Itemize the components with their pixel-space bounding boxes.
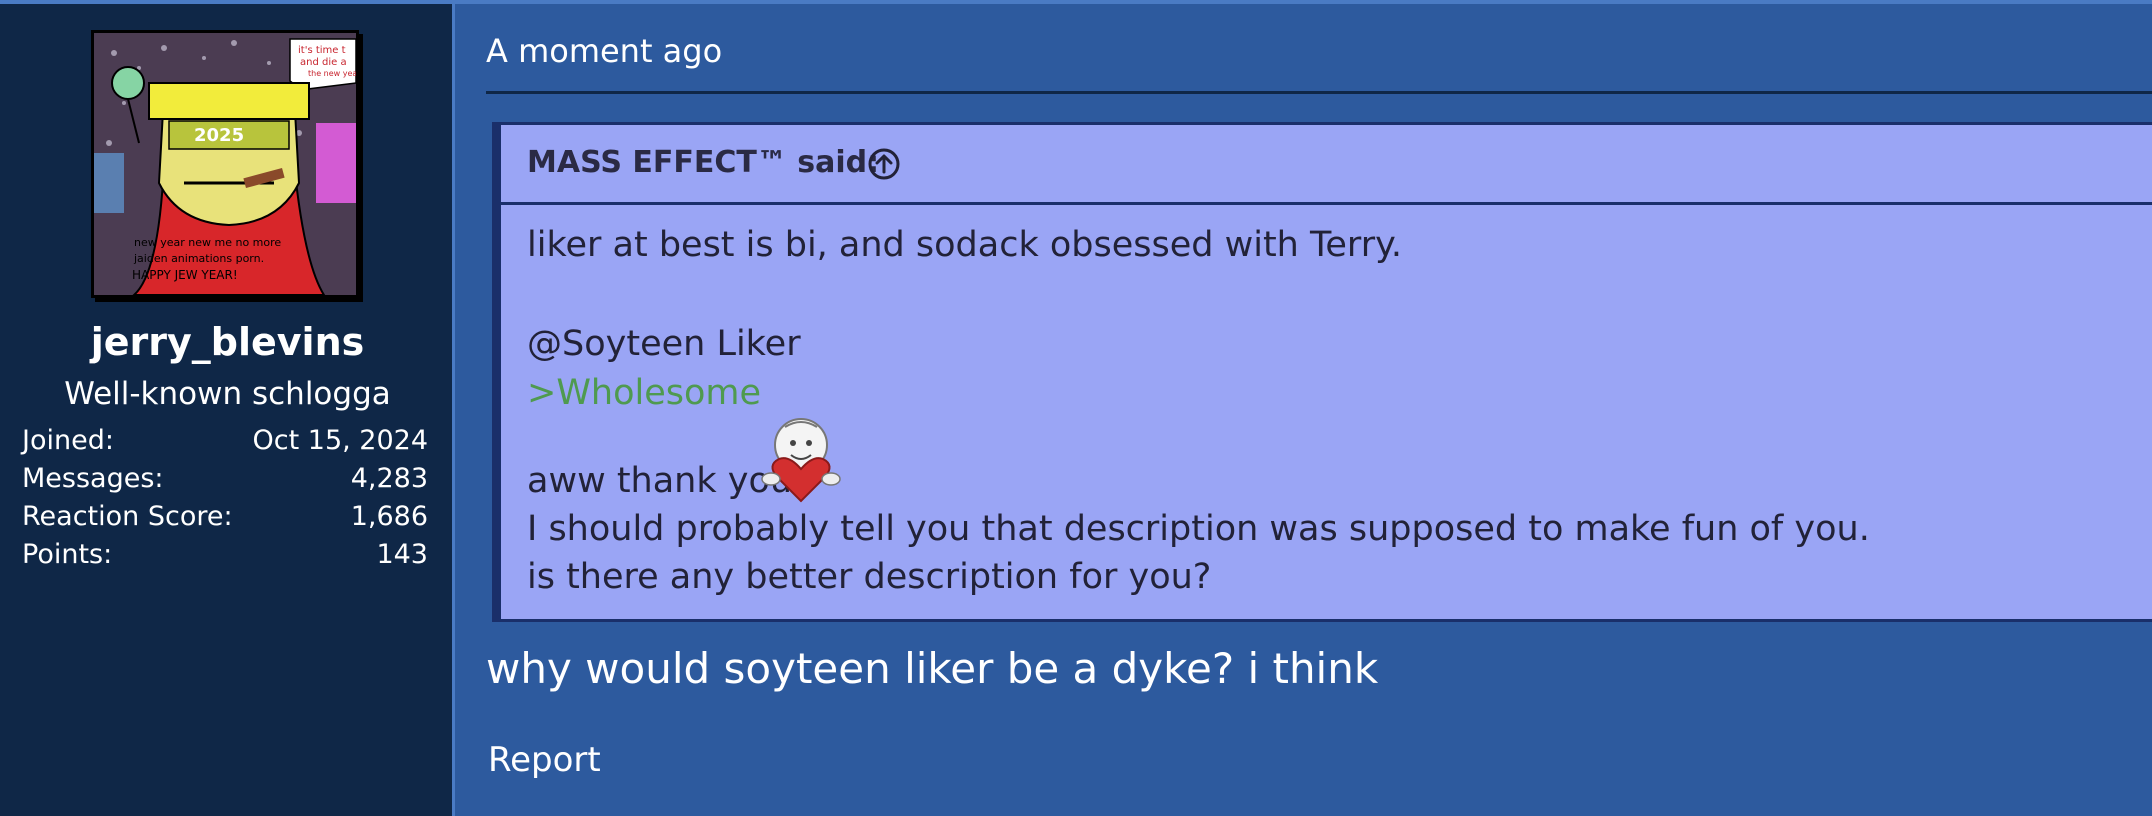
stat-label: Reaction Score:: [22, 501, 233, 532]
username[interactable]: jerry_blevins: [0, 320, 455, 364]
svg-text:HAPPY JEW YEAR!: HAPPY JEW YEAR!: [132, 268, 238, 282]
post-timestamp[interactable]: A moment ago: [486, 32, 722, 70]
stat-value: Oct 15, 2024: [252, 425, 429, 456]
post-main: A moment ago MASS EFFECT™ said: liker at…: [458, 4, 2152, 816]
quote-text: liker at best is bi, and sodack obsessed…: [527, 225, 1402, 265]
avatar-bubble-text: it's time t: [298, 45, 346, 56]
quote-mention[interactable]: @Soyteen Liker: [527, 324, 801, 364]
report-link[interactable]: Report: [488, 740, 601, 780]
svg-text:the new yea: the new yea: [308, 69, 356, 78]
svg-text:jaiden animations porn.: jaiden animations porn.: [133, 252, 264, 265]
svg-text:2025: 2025: [194, 125, 244, 146]
svg-text:new year new me no more: new year new me no more: [134, 236, 281, 249]
quote-block: MASS EFFECT™ said: liker at best is bi, …: [492, 122, 2152, 622]
stat-joined: Joined: Oct 15, 2024: [22, 425, 428, 461]
user-avatar[interactable]: it's time t and die a the new yea 2025 n…: [91, 30, 359, 298]
heart-hug-emoji-icon: [755, 415, 845, 505]
stat-value[interactable]: 143: [376, 539, 428, 570]
stat-label: Points:: [22, 539, 113, 570]
stat-reaction-score: Reaction Score: 1,686: [22, 501, 428, 537]
post-divider: [486, 91, 2152, 94]
quote-text: is there any better description for you?: [527, 557, 1212, 597]
stat-label: Messages:: [22, 463, 164, 494]
stat-label: Joined:: [22, 425, 114, 456]
stat-messages: Messages: 4,283: [22, 463, 428, 499]
quote-greentext: >Wholesome: [527, 373, 762, 413]
stat-points: Points: 143: [22, 539, 428, 575]
post-body: why would soyteen liker be a dyke? i thi…: [486, 644, 1379, 693]
user-title: Well-known schlogga: [64, 376, 391, 412]
svg-text:and die a: and die a: [300, 57, 347, 68]
stat-value: 1,686: [350, 501, 428, 532]
quote-header: MASS EFFECT™ said:: [501, 125, 2152, 205]
quote-text: I should probably tell you that descript…: [527, 509, 1870, 549]
user-sidebar: it's time t and die a the new yea 2025 n…: [0, 4, 455, 816]
quote-text: aww thank you: [527, 461, 793, 501]
stat-value[interactable]: 4,283: [351, 463, 428, 494]
arrow-up-circle-icon[interactable]: [867, 147, 901, 181]
quote-author[interactable]: MASS EFFECT™ said:: [527, 145, 879, 180]
